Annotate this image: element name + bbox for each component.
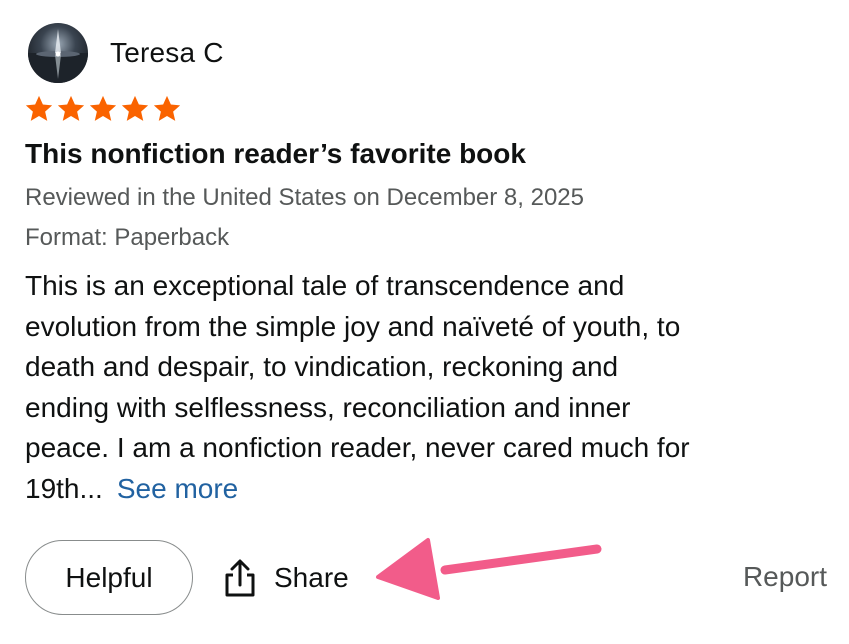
star-icon (153, 95, 181, 121)
avatar-photo-icon (28, 23, 88, 83)
review-body: This is an exceptional tale of transcend… (25, 266, 825, 509)
see-more-link[interactable]: See more (117, 473, 238, 504)
star-rating (24, 94, 182, 124)
share-label: Share (274, 562, 349, 593)
customer-review: Teresa C This nonfiction reader’s favori… (0, 0, 849, 644)
helpful-button[interactable]: Helpful (25, 540, 193, 615)
review-author: Teresa C (28, 23, 224, 83)
share-icon (225, 559, 255, 597)
review-body-line: ending with selflessness, reconciliation… (25, 391, 631, 423)
review-body-line: evolution from the simple joy and naïvet… (25, 310, 681, 342)
review-body-line: death and despair, to vindication, recko… (25, 351, 619, 382)
star-icon (25, 95, 53, 121)
review-title[interactable]: This nonfiction reader’s favorite book (25, 138, 526, 170)
author-avatar[interactable] (28, 23, 88, 83)
report-link[interactable]: Report (743, 561, 827, 593)
star-icon (121, 95, 149, 121)
review-date: Reviewed in the United States on Decembe… (25, 184, 584, 211)
review-body-truncated-text: 19th... (25, 472, 103, 504)
star-icon (89, 95, 117, 121)
review-format: Format: Paperback (25, 224, 230, 251)
author-name[interactable]: Teresa C (110, 37, 224, 69)
review-body-line: This is an exceptional tale of transcend… (25, 270, 625, 301)
review-body-line: peace. I am a nonfiction reader, never c… (25, 432, 690, 463)
share-button[interactable]: Share (222, 555, 349, 601)
review-body-last-line: 19th... See more (25, 469, 825, 510)
star-icon (57, 95, 85, 121)
